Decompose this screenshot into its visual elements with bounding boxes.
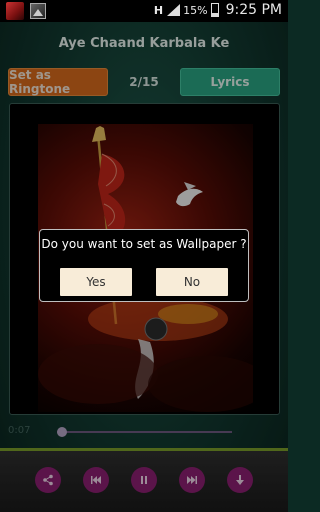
signal-icon [166,3,181,17]
no-button[interactable]: No [156,268,228,296]
network-type-label: H [153,3,164,17]
app-notification-icon [6,2,24,20]
wallpaper-confirm-dialog: Do you want to set as Wallpaper ? Yes No [39,229,249,302]
status-bar: H 15% 9:25 PM [0,0,288,22]
clock: 9:25 PM [225,2,282,18]
image-notification-icon [30,3,46,19]
yes-button[interactable]: Yes [60,268,132,296]
battery-percent: 15% [183,3,208,17]
battery-icon [210,3,219,17]
app-screen: H 15% 9:25 PM Aye Chaand Karbala Ke Set … [0,0,288,512]
dialog-message: Do you want to set as Wallpaper ? [41,237,247,251]
